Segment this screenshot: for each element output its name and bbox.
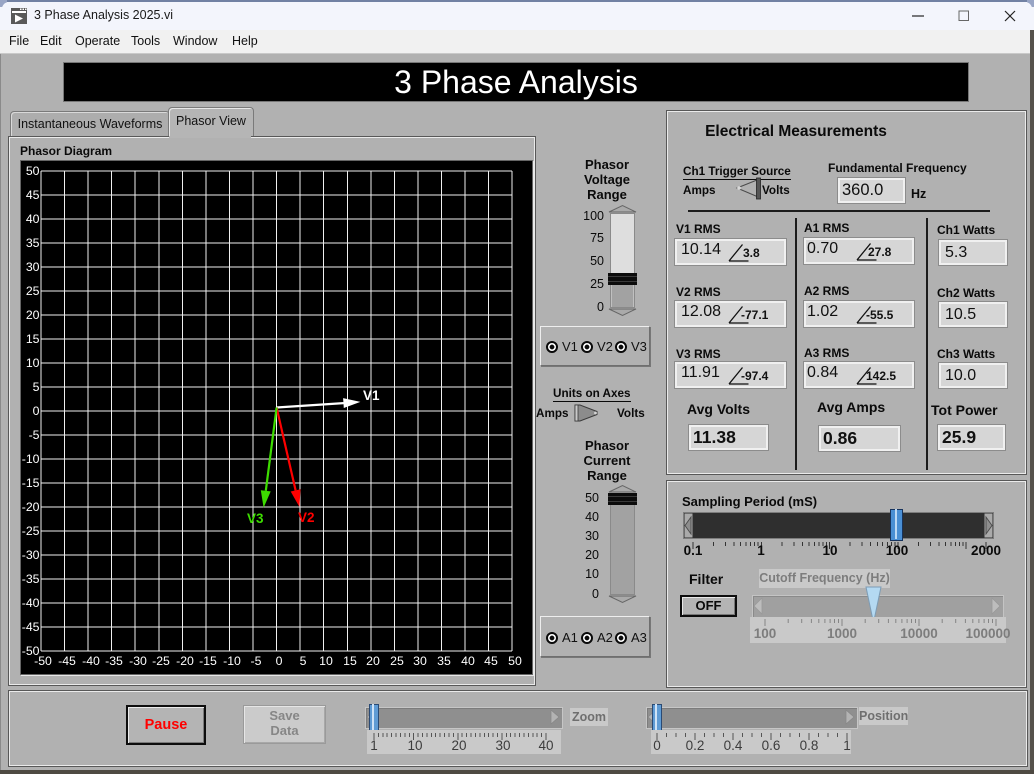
svg-text:V1: V1 (363, 388, 380, 403)
svg-text:-10: -10 (223, 654, 241, 668)
svg-text:45: 45 (484, 654, 498, 668)
svg-text:-25: -25 (152, 654, 170, 668)
svg-text:-15: -15 (22, 476, 40, 490)
svg-text:-15: -15 (199, 654, 217, 668)
svg-text:-25: -25 (22, 524, 40, 538)
svg-text:-40: -40 (22, 596, 40, 610)
svg-text:35: 35 (437, 654, 451, 668)
svg-text:30: 30 (413, 654, 427, 668)
svg-text:-20: -20 (22, 500, 40, 514)
svg-text:-50: -50 (34, 654, 52, 668)
svg-text:50: 50 (508, 654, 522, 668)
svg-text:20: 20 (26, 308, 40, 322)
svg-text:20: 20 (366, 654, 380, 668)
svg-text:25: 25 (26, 284, 40, 298)
svg-text:25: 25 (390, 654, 404, 668)
svg-text:10: 10 (319, 654, 333, 668)
svg-text:5: 5 (300, 654, 307, 668)
svg-text:-35: -35 (105, 654, 123, 668)
svg-text:30: 30 (26, 260, 40, 274)
svg-text:-40: -40 (82, 654, 100, 668)
svg-text:40: 40 (26, 212, 40, 226)
svg-text:-5: -5 (29, 428, 40, 442)
svg-text:5: 5 (33, 380, 40, 394)
svg-text:45: 45 (26, 188, 40, 202)
svg-text:0: 0 (276, 654, 283, 668)
svg-text:-45: -45 (58, 654, 76, 668)
svg-text:-30: -30 (22, 548, 40, 562)
svg-text:35: 35 (26, 236, 40, 250)
svg-text:-30: -30 (129, 654, 147, 668)
svg-text:40: 40 (461, 654, 475, 668)
svg-text:50: 50 (26, 164, 40, 178)
svg-text:10: 10 (26, 356, 40, 370)
svg-text:-5: -5 (251, 654, 262, 668)
svg-text:15: 15 (26, 332, 40, 346)
svg-text:0: 0 (33, 404, 40, 418)
svg-text:V2: V2 (298, 510, 315, 525)
svg-text:15: 15 (343, 654, 357, 668)
svg-text:-45: -45 (22, 620, 40, 634)
svg-text:-35: -35 (22, 572, 40, 586)
svg-text:V3: V3 (247, 511, 264, 526)
svg-text:-10: -10 (22, 452, 40, 466)
svg-text:-20: -20 (176, 654, 194, 668)
